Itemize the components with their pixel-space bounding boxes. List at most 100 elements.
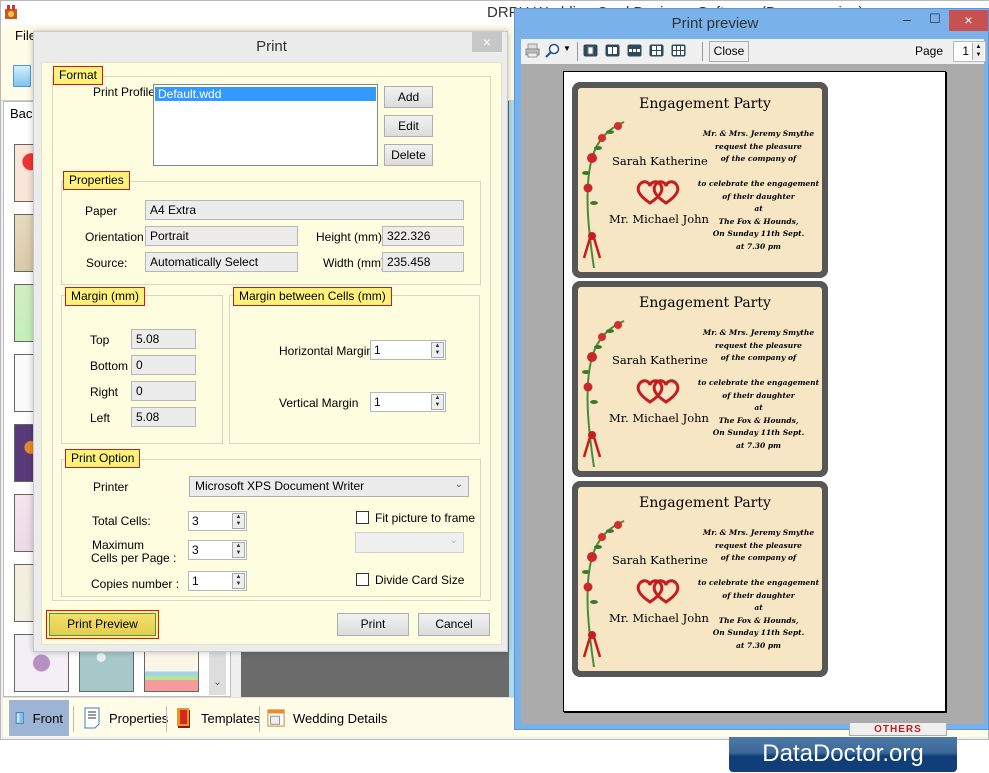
margin-left-field[interactable]: 5.08 — [131, 407, 196, 427]
card-text-line: at 7.30 pm — [736, 440, 781, 450]
one-page-icon[interactable] — [583, 43, 598, 58]
page-label: Page — [915, 44, 944, 58]
print-preview-window: Print preview – ☐ × ▼ Close Page 1 ▲ ▼ E… — [514, 8, 989, 730]
source-field: Automatically Select — [145, 252, 298, 272]
horizontal-margin-stepper[interactable]: 1 ▲ ▼ — [370, 340, 446, 360]
card-invitation-text: Mr. & Mrs. Jeremy Smythe request the plea… — [696, 327, 821, 452]
card-invitation-text: Mr. & Mrs. Jeremy Smythe request the plea… — [696, 527, 821, 652]
scroll-down-arrow-icon[interactable]: ⌄ — [209, 677, 226, 695]
copies-value: 1 — [192, 574, 199, 588]
edit-profile-button[interactable]: Edit — [384, 115, 433, 137]
add-profile-button[interactable]: Add — [384, 86, 433, 108]
card-text-line: of their daughter — [722, 191, 795, 201]
wedding-details-icon — [267, 709, 285, 727]
margin-top-field[interactable]: 5.08 — [131, 329, 196, 349]
max-cells-value: 3 — [192, 543, 199, 557]
vertical-margin-stepper[interactable]: 1 ▲ ▼ — [370, 392, 446, 412]
card-text-line: at — [754, 204, 763, 213]
divide-card-label[interactable]: Divide Card Size — [375, 573, 464, 587]
print-profile-label: Print Profile — [93, 85, 156, 99]
fit-picture-checkbox[interactable] — [356, 511, 369, 524]
page-number-stepper[interactable]: 1 ▲ ▼ — [953, 41, 986, 62]
margin-bottom-field[interactable]: 0 — [131, 355, 196, 375]
card-invitation-text: Mr. & Mrs. Jeremy Smythe request the plea… — [696, 128, 821, 253]
tab-wedding-details[interactable]: Wedding Details — [261, 700, 393, 736]
printer-value: Microsoft XPS Document Writer — [195, 479, 365, 493]
horizontal-margin-value: 1 — [374, 343, 381, 357]
invitation-card: Engagement Party Sarah Katherine Mr. Mic… — [572, 82, 828, 278]
printer-select[interactable]: Microsoft XPS Document Writer ⌄ — [189, 476, 469, 497]
printer-label: Printer — [93, 480, 129, 494]
spin-arrows-icon[interactable]: ▲ ▼ — [232, 513, 245, 529]
spin-arrows-icon[interactable]: ▲ ▼ — [431, 342, 444, 358]
card-text-line — [696, 365, 821, 378]
two-pages-icon[interactable] — [605, 43, 620, 58]
card-name-bride: Sarah Katherine — [612, 154, 708, 168]
margin-top-label: Top — [90, 333, 110, 347]
vertical-margin-value: 1 — [374, 395, 381, 409]
delete-profile-button[interactable]: Delete — [384, 144, 433, 166]
preview-close-button[interactable]: Close — [709, 41, 749, 62]
new-document-icon[interactable] — [13, 65, 31, 87]
print-preview-button[interactable]: Print Preview — [46, 610, 159, 639]
margin-right-field[interactable]: 0 — [131, 381, 196, 401]
hearts-icon — [636, 379, 680, 404]
minimize-icon[interactable]: – — [893, 11, 921, 31]
six-pages-icon[interactable] — [671, 43, 686, 58]
cancel-button[interactable]: Cancel — [418, 613, 490, 636]
chevron-down-icon: ⌄ — [454, 479, 463, 490]
print-profile-item[interactable]: Default.wdd — [155, 87, 376, 101]
horizontal-margin-label: Horizontal Margin — [279, 344, 374, 358]
tab-front-label: Front — [32, 710, 63, 726]
card-text-line: On Sunday 11th Sept. — [712, 628, 805, 637]
print-profile-list[interactable]: Default.wdd — [153, 84, 378, 166]
tab-divider — [73, 706, 74, 732]
print-button[interactable]: Print — [337, 613, 409, 636]
divide-card-checkbox[interactable] — [356, 573, 369, 586]
copies-label: Copies number : — [91, 577, 180, 591]
tab-templates[interactable]: Templates — [169, 700, 266, 736]
chevron-down-icon[interactable]: ▼ — [563, 44, 578, 59]
tab-front[interactable]: Front — [9, 700, 69, 736]
height-label: Height (mm) — [316, 230, 383, 244]
datadoctor-brand: DataDoctor.org — [729, 737, 957, 772]
card-name-groom: Mr. Michael John — [609, 611, 709, 625]
card-text-line: to celebrate the engagement — [697, 179, 820, 188]
toolbar-divider — [702, 42, 703, 61]
tab-templates-label: Templates — [201, 710, 261, 726]
tab-divider — [166, 706, 167, 732]
spin-arrows-icon[interactable]: ▲ ▼ — [972, 43, 984, 60]
max-cells-stepper[interactable]: 3 ▲ ▼ — [188, 540, 247, 560]
spin-arrows-icon[interactable]: ▲ ▼ — [431, 394, 444, 410]
total-cells-stepper[interactable]: 3 ▲ ▼ — [188, 511, 247, 531]
maximize-icon[interactable]: ☐ — [921, 11, 949, 31]
card-face: Engagement Party Sarah Katherine Mr. Mic… — [578, 487, 822, 671]
zoom-icon[interactable] — [545, 43, 560, 58]
close-icon[interactable]: × — [472, 32, 502, 52]
others-know-badge[interactable]: OTHERS KNOW... — [849, 722, 947, 736]
card-text-line: of the company of — [720, 553, 797, 562]
card-text-line: of the company of — [720, 353, 797, 362]
tab-properties[interactable]: Properties — [77, 700, 174, 736]
source-label: Source: — [86, 256, 128, 270]
card-name-groom: Mr. Michael John — [609, 212, 709, 226]
printer-icon[interactable] — [525, 43, 540, 58]
three-pages-icon[interactable] — [627, 43, 642, 58]
tab-divider — [259, 706, 260, 732]
four-pages-icon[interactable] — [649, 43, 664, 58]
width-field: 235.458 — [382, 252, 464, 272]
card-text-line: to celebrate the engagement — [697, 378, 820, 387]
card-text-line: request the pleasure — [715, 340, 802, 350]
fit-mode-select[interactable]: ⌄ — [355, 532, 464, 553]
spin-arrows-icon[interactable]: ▲ ▼ — [232, 542, 245, 558]
templates-icon — [177, 708, 190, 728]
close-icon[interactable]: × — [949, 10, 988, 31]
print-option-legend: Print Option — [65, 449, 141, 468]
max-cells-label-line1: Maximum — [92, 538, 145, 552]
rose-vine-icon — [582, 320, 625, 467]
card-title: Engagement Party — [639, 96, 771, 112]
fit-picture-label[interactable]: Fit picture to frame — [375, 511, 475, 525]
copies-stepper[interactable]: 1 ▲ ▼ — [188, 571, 247, 591]
spin-arrows-icon[interactable]: ▲ ▼ — [232, 573, 245, 589]
card-text-line: The Fox & Hounds, — [718, 615, 799, 625]
